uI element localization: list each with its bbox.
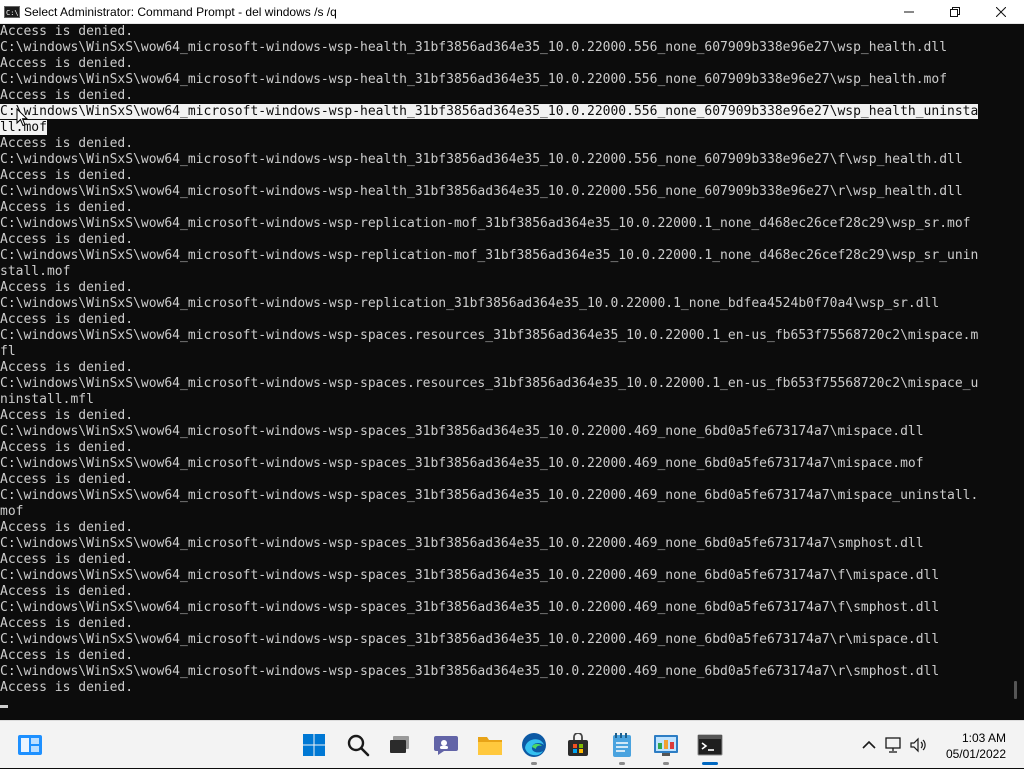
console-line: C:\windows\WinSxS\wow64_microsoft-window… bbox=[0, 488, 979, 503]
windows-start-icon bbox=[303, 734, 325, 756]
restore-icon bbox=[950, 6, 960, 17]
edge-button[interactable] bbox=[514, 721, 554, 769]
console-line: C:\windows\WinSxS\wow64_microsoft-window… bbox=[0, 424, 924, 439]
mouse-cursor-icon bbox=[16, 108, 28, 127]
console-scrollbar[interactable] bbox=[1007, 24, 1024, 720]
console-line: C:\windows\WinSxS\wow64_microsoft-window… bbox=[0, 456, 924, 471]
console-line: C:\windows\WinSxS\wow64_microsoft-window… bbox=[0, 248, 979, 263]
maximize-button[interactable] bbox=[932, 0, 978, 23]
console-line: C:\windows\WinSxS\wow64_microsoft-window… bbox=[0, 216, 971, 231]
console-line: Access is denied. bbox=[0, 616, 134, 631]
widgets-button[interactable] bbox=[10, 721, 50, 769]
network-icon bbox=[885, 737, 901, 753]
control-panel-button[interactable] bbox=[646, 721, 686, 769]
console-line: Access is denied. bbox=[0, 24, 134, 39]
show-hidden-icons-button[interactable] bbox=[858, 740, 880, 750]
console-line: Access is denied. bbox=[0, 584, 134, 599]
close-button[interactable] bbox=[978, 0, 1024, 23]
volume-icon bbox=[910, 737, 926, 753]
notepad-icon bbox=[613, 733, 631, 757]
title-bar[interactable]: C:\ Select Administrator: Command Prompt… bbox=[0, 0, 1024, 24]
task-view-button[interactable] bbox=[380, 721, 420, 769]
console-line: C:\windows\WinSxS\wow64_microsoft-window… bbox=[0, 536, 924, 551]
prompt-line bbox=[0, 696, 1007, 712]
console-line: fl bbox=[0, 344, 16, 359]
taskbar: 1:03 AM 05/01/2022 bbox=[0, 720, 1024, 768]
store-icon bbox=[568, 733, 588, 756]
command-prompt-icon: C:\ bbox=[4, 5, 20, 18]
console-line: Access is denied. bbox=[0, 520, 134, 535]
console-line: ll.mof bbox=[0, 120, 1007, 136]
chevron-up-icon bbox=[862, 740, 876, 749]
console-line: Access is denied. bbox=[0, 472, 134, 487]
minimize-icon bbox=[904, 11, 914, 12]
console-line: Access is denied. bbox=[0, 440, 134, 455]
network-button[interactable] bbox=[880, 737, 906, 753]
console-line: mof bbox=[0, 504, 24, 519]
close-icon bbox=[996, 6, 1006, 17]
file-explorer-button[interactable] bbox=[470, 721, 510, 769]
console-line: Access is denied. bbox=[0, 312, 134, 327]
console-line: Access is denied. bbox=[0, 168, 134, 183]
console-output[interactable]: Access is denied. C:\windows\WinSxS\wow64… bbox=[0, 24, 1007, 720]
console-line: C:\windows\WinSxS\wow64_microsoft-window… bbox=[0, 296, 940, 311]
command-prompt-taskbar-button[interactable] bbox=[690, 721, 730, 769]
store-button[interactable] bbox=[558, 721, 598, 769]
search-button[interactable] bbox=[338, 721, 378, 769]
console-line: ninstall.mfl bbox=[0, 392, 94, 407]
console-line: C:\windows\WinSxS\wow64_microsoft-window… bbox=[0, 72, 948, 87]
volume-button[interactable] bbox=[906, 737, 932, 753]
folder-icon bbox=[478, 737, 502, 755]
console-line: C:\windows\WinSxS\wow64_microsoft-window… bbox=[0, 376, 979, 391]
teams-chat-icon bbox=[434, 736, 458, 755]
clock-date: 05/01/2022 bbox=[945, 747, 1006, 761]
minimize-button[interactable] bbox=[886, 0, 932, 23]
console-line: C:\windows\WinSxS\wow64_microsoft-window… bbox=[0, 40, 948, 55]
console-line: C:\windows\WinSxS\wow64_microsoft-window… bbox=[0, 632, 940, 647]
control-panel-icon bbox=[654, 735, 678, 756]
console-line: Access is denied. bbox=[0, 56, 134, 71]
console-line: Access is denied. bbox=[0, 88, 134, 103]
system-tray bbox=[858, 721, 932, 769]
text-cursor bbox=[0, 705, 8, 708]
console-line: Access is denied. bbox=[0, 200, 134, 215]
notepad-button[interactable] bbox=[602, 721, 642, 769]
running-indicator bbox=[663, 762, 669, 765]
console-line: C:\windows\WinSxS\wow64_microsoft-window… bbox=[0, 568, 940, 583]
console-line: C:\windows\WinSxS\wow64_microsoft-window… bbox=[0, 600, 940, 615]
console-line: C:\windows\WinSxS\wow64_microsoft-window… bbox=[0, 328, 979, 343]
terminal-icon bbox=[697, 734, 723, 756]
edge-icon bbox=[522, 733, 546, 757]
console-line: Access is denied. bbox=[0, 360, 134, 375]
scrollbar-thumb[interactable] bbox=[1014, 681, 1017, 699]
search-icon bbox=[347, 734, 370, 757]
console-line: C:\windows\WinSxS\wow64_microsoft-window… bbox=[0, 184, 963, 199]
console-line: Access is denied. bbox=[0, 552, 134, 567]
selected-text: C:\windows\WinSxS\wow64_microsoft-window… bbox=[0, 104, 979, 119]
console-line: C:\windows\WinSxS\wow64_microsoft-window… bbox=[0, 664, 940, 679]
window-title: Select Administrator: Command Prompt - d… bbox=[24, 4, 337, 19]
console-line: Access is denied. bbox=[0, 232, 134, 247]
console-line: Access is denied. bbox=[0, 648, 134, 663]
task-view-icon bbox=[390, 736, 409, 753]
console-line: Access is denied. bbox=[0, 680, 134, 695]
active-indicator bbox=[702, 762, 718, 765]
console-line: C:\windows\WinSxS\wow64_microsoft-window… bbox=[0, 152, 963, 167]
running-indicator bbox=[531, 762, 537, 765]
start-button[interactable] bbox=[294, 721, 334, 769]
console-line: stall.mof bbox=[0, 264, 71, 279]
console-line: Access is denied. bbox=[0, 136, 134, 151]
taskbar-clock[interactable]: 1:03 AM 05/01/2022 bbox=[946, 730, 1006, 762]
running-indicator bbox=[619, 762, 625, 765]
chat-button[interactable] bbox=[426, 721, 466, 769]
clock-time: 1:03 AM bbox=[961, 731, 1006, 745]
console-line: C:\windows\WinSxS\wow64_microsoft-window… bbox=[0, 104, 1007, 120]
window-controls bbox=[886, 0, 1024, 23]
console-line: Access is denied. bbox=[0, 280, 134, 295]
console-line: Access is denied. bbox=[0, 408, 134, 423]
widgets-icon bbox=[18, 735, 42, 755]
